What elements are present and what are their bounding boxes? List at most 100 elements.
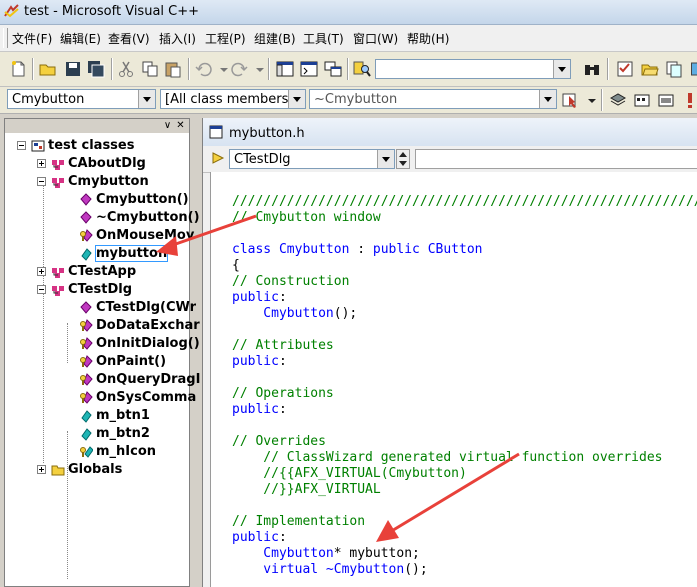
code-keyword: Cmybutton bbox=[232, 306, 334, 321]
compile-button[interactable] bbox=[608, 90, 628, 110]
find-combo[interactable] bbox=[375, 59, 571, 79]
code-keyword: public bbox=[232, 530, 279, 545]
code-line: // Implementation bbox=[232, 514, 365, 530]
toolbar-separator bbox=[111, 58, 113, 80]
workspace-float-button[interactable]: ∨ bbox=[162, 120, 173, 131]
source-browser-button[interactable] bbox=[615, 59, 635, 79]
tree-item[interactable]: OnQueryDragI bbox=[5, 371, 200, 389]
class-combo[interactable]: Cmybutton bbox=[7, 89, 156, 109]
tree-item-label: OnSysComma bbox=[96, 390, 197, 405]
tree-item[interactable]: CTestDlg bbox=[5, 281, 189, 299]
menu-file[interactable]: 文件(F) bbox=[12, 30, 52, 47]
tree-item[interactable]: m_btn1 bbox=[5, 407, 189, 425]
tree-item[interactable]: test classes bbox=[5, 137, 189, 155]
editor-class-dropdown[interactable] bbox=[377, 150, 394, 168]
execute-button[interactable] bbox=[680, 90, 694, 110]
menu-edit[interactable]: 编辑(E) bbox=[60, 30, 101, 47]
menubar-grip[interactable] bbox=[3, 28, 8, 48]
class-combo-value: Cmybutton bbox=[12, 92, 85, 107]
tree-item[interactable]: CTestApp bbox=[5, 263, 189, 281]
output-button[interactable] bbox=[299, 59, 319, 79]
collapse-toggle[interactable] bbox=[17, 141, 26, 150]
wizardbar-action-button[interactable] bbox=[561, 90, 581, 110]
tree-item[interactable]: DoDataExchar bbox=[5, 317, 200, 335]
editor-class-combo[interactable]: CTestDlg bbox=[229, 149, 395, 169]
open-workspace-button[interactable] bbox=[640, 59, 660, 79]
tree-item[interactable]: m_hIcon bbox=[5, 443, 189, 461]
build-button[interactable] bbox=[632, 90, 652, 110]
toolbar-separator bbox=[188, 58, 190, 80]
menu-insert[interactable]: 插入(I) bbox=[159, 30, 196, 47]
menu-project[interactable]: 工程(P) bbox=[205, 30, 246, 47]
collapse-toggle[interactable] bbox=[37, 177, 46, 186]
more-tools-button[interactable] bbox=[686, 59, 697, 79]
find-button[interactable] bbox=[582, 59, 602, 79]
workspace-button[interactable] bbox=[275, 59, 295, 79]
new-file-button[interactable] bbox=[8, 59, 28, 79]
window-title: test - Microsoft Visual C++ bbox=[24, 4, 200, 19]
code-line: public: bbox=[232, 290, 287, 306]
find-in-files-button[interactable] bbox=[352, 59, 372, 79]
tree-item[interactable]: ~Cmybutton() bbox=[5, 209, 200, 227]
expand-toggle[interactable] bbox=[37, 159, 46, 168]
document-icon bbox=[209, 125, 223, 139]
redo-button[interactable] bbox=[229, 59, 249, 79]
tree-item-label: CAboutDlg bbox=[68, 156, 146, 171]
code-comment: // ClassWizard generated virtual functio… bbox=[232, 450, 663, 465]
code-editor[interactable]: ////////////////////////////////////////… bbox=[210, 172, 697, 587]
member-combo[interactable]: ~Cmybutton bbox=[309, 89, 557, 109]
code-line: class Cmybutton : public CButton bbox=[232, 242, 483, 258]
expand-toggle[interactable] bbox=[37, 267, 46, 276]
tree-item[interactable]: OnSysComma bbox=[5, 389, 196, 407]
filter-combo-value: [All class members] bbox=[165, 92, 294, 107]
tree-item[interactable]: CTestDlg(CWr bbox=[5, 299, 196, 317]
tree-item[interactable]: m_btn2 bbox=[5, 425, 189, 443]
wizard-bar: Cmybutton [All class members] ~Cmybutton bbox=[0, 87, 697, 114]
collapse-toggle[interactable] bbox=[37, 285, 46, 294]
chevron-down-icon bbox=[588, 99, 596, 103]
tree-item[interactable]: OnPaint() bbox=[5, 353, 189, 371]
find-combo-dropdown[interactable] bbox=[553, 60, 570, 78]
paste-button[interactable] bbox=[163, 59, 183, 79]
open-button[interactable] bbox=[38, 59, 58, 79]
save-all-button[interactable] bbox=[86, 59, 106, 79]
tree-item[interactable]: mybutton bbox=[5, 245, 189, 263]
undo-button[interactable] bbox=[194, 59, 214, 79]
code-keyword: virtual bbox=[232, 562, 326, 577]
undo-dropdown[interactable] bbox=[214, 59, 228, 79]
cut-button[interactable] bbox=[116, 59, 136, 79]
expand-toggle[interactable] bbox=[37, 465, 46, 474]
editor-member-combo[interactable] bbox=[415, 149, 697, 169]
tree-item[interactable]: OnMouseMov bbox=[5, 227, 194, 245]
menu-window[interactable]: 窗口(W) bbox=[353, 30, 398, 47]
wizardbar-action-dropdown[interactable] bbox=[582, 90, 596, 110]
tree-item[interactable]: Globals bbox=[5, 461, 189, 479]
member-combo-value: ~Cmybutton bbox=[314, 92, 398, 107]
redo-dropdown[interactable] bbox=[250, 59, 264, 79]
window-list-button[interactable] bbox=[323, 59, 343, 79]
menu-tools[interactable]: 工具(T) bbox=[303, 30, 344, 47]
menu-help[interactable]: 帮助(H) bbox=[407, 30, 449, 47]
tree-item-label: test classes bbox=[48, 138, 135, 153]
tree-item[interactable]: Cmybutton bbox=[5, 173, 189, 191]
filter-combo[interactable]: [All class members] bbox=[160, 89, 306, 109]
code-keyword: Cmybutton bbox=[232, 546, 334, 561]
menu-build[interactable]: 组建(B) bbox=[254, 30, 296, 47]
tree-item[interactable]: CAboutDlg bbox=[5, 155, 189, 173]
copy-button[interactable] bbox=[140, 59, 160, 79]
workspace-close-button[interactable]: ✕ bbox=[175, 120, 186, 131]
filter-combo-dropdown[interactable] bbox=[288, 90, 305, 108]
editor-class-spinner[interactable] bbox=[396, 149, 410, 169]
save-workspace-button[interactable] bbox=[664, 59, 684, 79]
class-icon bbox=[51, 157, 65, 171]
tree-item[interactable]: OnInitDialog() bbox=[5, 335, 200, 353]
stop-build-button[interactable] bbox=[656, 90, 676, 110]
member-combo-dropdown[interactable] bbox=[539, 90, 556, 108]
save-button[interactable] bbox=[63, 59, 83, 79]
menu-view[interactable]: 查看(V) bbox=[108, 30, 150, 47]
code-comment: // Overrides bbox=[232, 434, 326, 449]
build-icon bbox=[634, 94, 650, 107]
tree-item[interactable]: Cmybutton() bbox=[5, 191, 189, 209]
class-combo-dropdown[interactable] bbox=[138, 90, 155, 108]
new-file-icon bbox=[12, 61, 25, 77]
